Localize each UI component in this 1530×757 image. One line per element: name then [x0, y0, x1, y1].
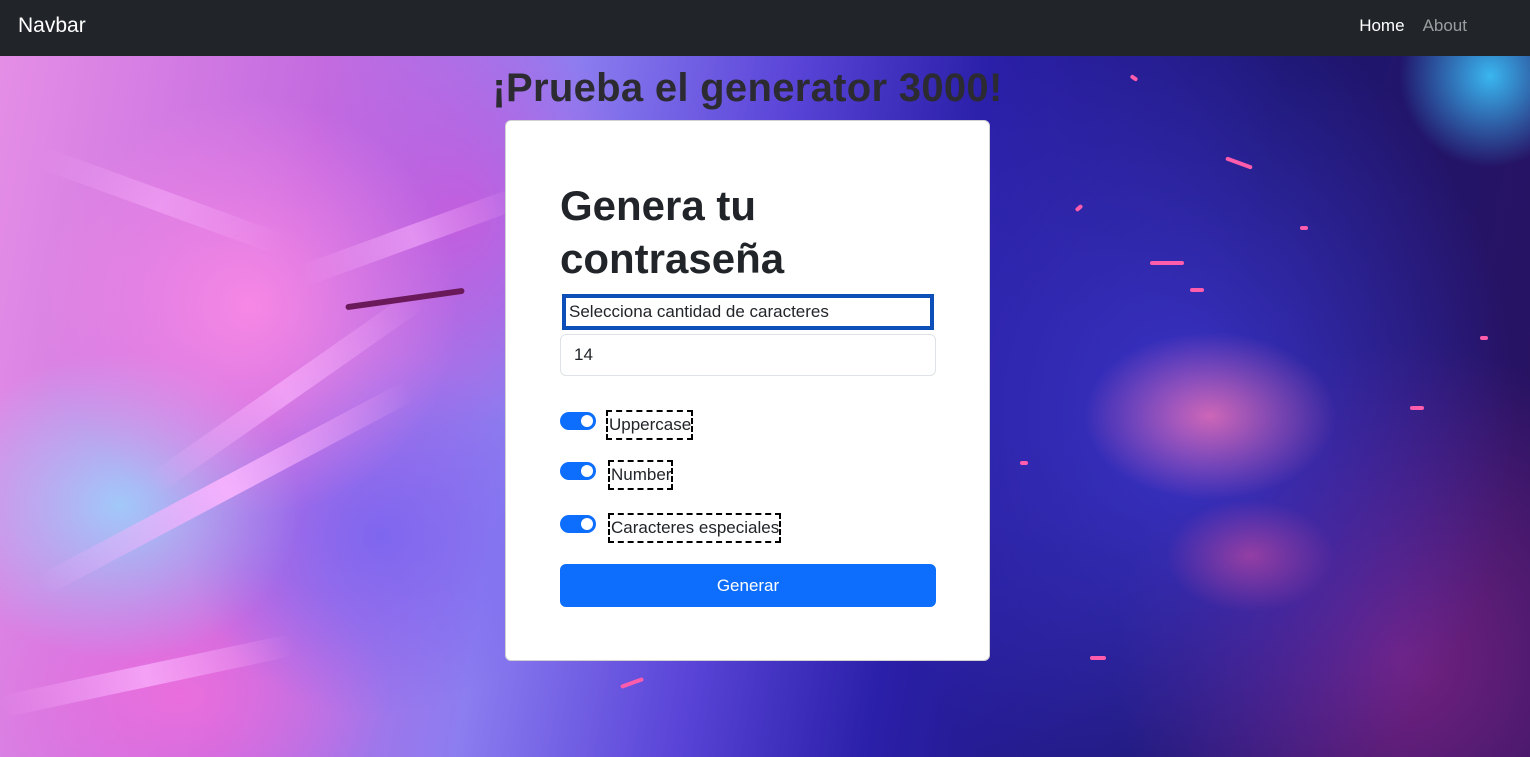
option-special-chars: Caracteres especiales	[560, 509, 782, 543]
password-generator-card: Genera tu contraseña Selecciona cantidad…	[505, 120, 990, 661]
page-title: ¡Prueba el generator 3000!	[492, 66, 1003, 110]
length-label: Selecciona cantidad de caracteres	[562, 294, 934, 330]
length-input[interactable]	[560, 334, 936, 376]
navbar: Navbar Home About	[0, 0, 1530, 56]
uppercase-label[interactable]: Uppercase	[606, 410, 694, 440]
special-chars-label[interactable]: Caracteres especiales	[608, 513, 782, 543]
option-uppercase: Uppercase	[560, 406, 694, 440]
option-number: Number	[560, 456, 674, 490]
number-toggle[interactable]	[560, 462, 596, 480]
number-label[interactable]: Number	[608, 460, 674, 490]
nav-link-home[interactable]: Home	[1359, 15, 1404, 37]
navbar-brand[interactable]: Navbar	[18, 13, 86, 39]
card-title: Genera tu contraseña	[560, 182, 785, 282]
special-chars-toggle[interactable]	[560, 515, 596, 533]
uppercase-toggle[interactable]	[560, 412, 596, 430]
generate-button[interactable]: Generar	[560, 564, 936, 607]
nav-link-about[interactable]: About	[1423, 15, 1467, 37]
nav-links: Home About	[1359, 15, 1467, 37]
